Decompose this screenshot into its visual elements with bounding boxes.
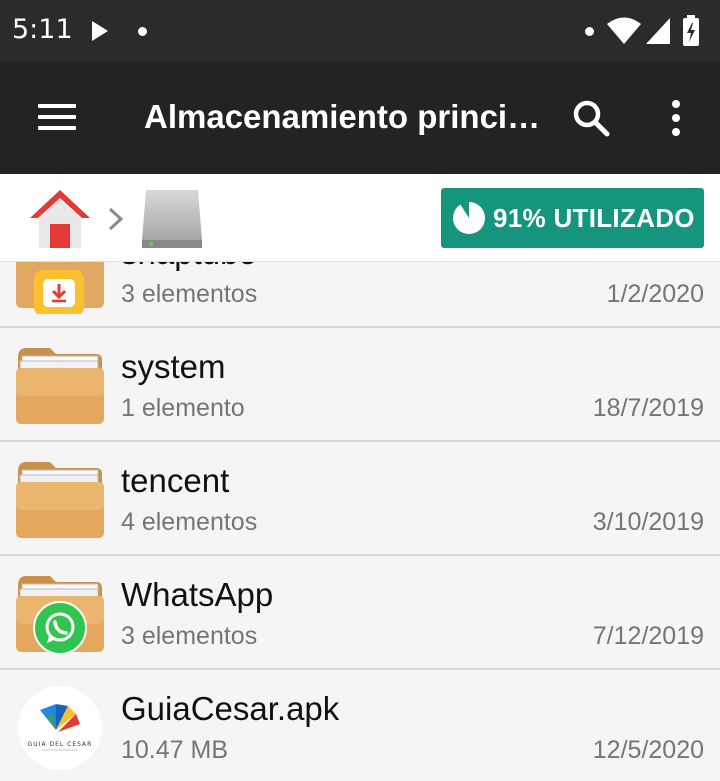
file-date: 3/10/2019 <box>592 508 704 536</box>
snaptube-folder-icon <box>16 262 104 314</box>
breadcrumb: 91% UTILIZADO <box>0 174 720 262</box>
page-title: Almacenamiento principal <box>144 98 554 135</box>
file-name: WhatsApp <box>121 576 274 613</box>
dot-icon <box>585 27 594 36</box>
list-item[interactable]: GUIA DEL CESAR GuiaCesar.apk 10.47 MB 12… <box>0 670 720 781</box>
storage-drive-icon[interactable] <box>140 188 204 250</box>
pie-chart-icon <box>453 202 485 234</box>
list-item[interactable]: tencent 4 elementos 3/10/2019 <box>0 442 720 556</box>
signal-icon <box>646 18 670 44</box>
status-bar: 5:11 <box>0 0 720 62</box>
search-icon[interactable] <box>571 98 611 138</box>
whatsapp-folder-icon <box>16 576 104 655</box>
chevron-right-icon <box>108 207 124 231</box>
wifi-icon <box>607 17 641 44</box>
list-item[interactable]: system 1 elemento 18/7/2019 <box>0 328 720 442</box>
file-list: snaptube 3 elementos 1/2/2020 system 1 e… <box>0 262 720 781</box>
file-detail: 1 elemento <box>121 394 245 422</box>
play-icon <box>92 21 108 41</box>
battery-icon <box>683 15 699 46</box>
list-item[interactable]: WhatsApp 3 elementos 7/12/2019 <box>0 556 720 670</box>
notification-dot-icon <box>138 27 147 36</box>
file-date: 18/7/2019 <box>592 394 704 422</box>
file-name: system <box>121 348 226 385</box>
file-detail: 4 elementos <box>121 508 258 536</box>
file-date: 1/2/2020 <box>606 280 704 308</box>
file-name: snaptube <box>121 262 257 272</box>
file-date: 7/12/2019 <box>592 622 704 650</box>
file-name: tencent <box>121 462 230 499</box>
status-time: 5:11 <box>12 14 73 45</box>
list-item[interactable]: snaptube 3 elementos 1/2/2020 <box>0 262 720 328</box>
file-date: 12/5/2020 <box>592 736 704 764</box>
more-vert-icon[interactable] <box>668 100 684 136</box>
storage-usage-label: 91% UTILIZADO <box>493 203 695 233</box>
folder-icon <box>16 462 104 538</box>
file-name: GuiaCesar.apk <box>121 690 340 727</box>
file-detail: 3 elementos <box>121 280 258 308</box>
hamburger-menu-icon[interactable] <box>38 104 76 130</box>
guia-del-cesar-app-icon: GUIA DEL CESAR <box>18 686 102 770</box>
home-icon[interactable] <box>28 188 92 250</box>
folder-icon <box>16 348 104 424</box>
file-detail: 3 elementos <box>121 622 258 650</box>
file-detail: 10.47 MB <box>121 736 229 764</box>
svg-text:GUIA DEL CESAR: GUIA DEL CESAR <box>28 741 93 748</box>
app-toolbar: Almacenamiento principal <box>0 62 720 174</box>
storage-usage-button[interactable]: 91% UTILIZADO <box>441 188 704 248</box>
